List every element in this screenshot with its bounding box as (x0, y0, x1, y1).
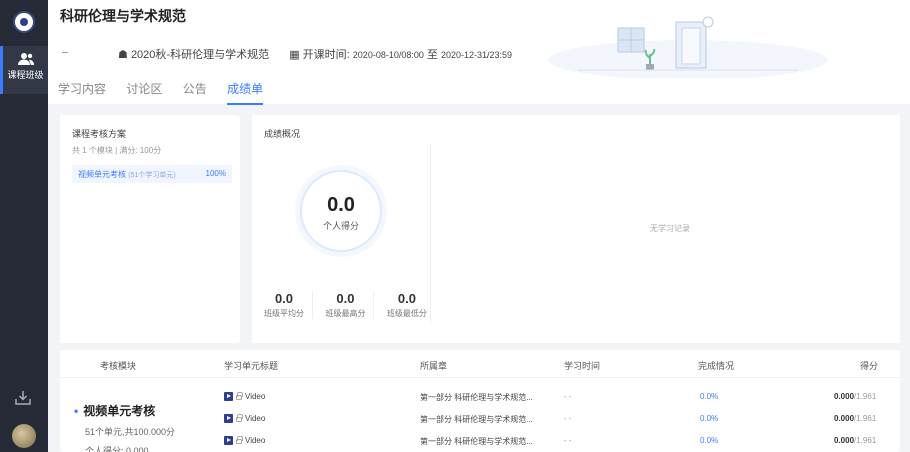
chapter: 第一部分 科研伦理与学术规范... (420, 437, 533, 446)
personal-score-label: 个人得分 (322, 221, 359, 231)
score-total: /1.961 (854, 436, 877, 445)
plan-item-pct: 100% (205, 169, 226, 178)
video-icon (224, 436, 233, 446)
tab-content[interactable]: 学习内容 (58, 80, 106, 103)
lock-icon (236, 414, 243, 423)
study-time: - - (564, 392, 572, 401)
score-total: /1.961 (854, 414, 877, 423)
grades-table: 考核模块 学习单元标题 所属章 学习时间 完成情况 得分 视频单元考核 51个单… (60, 350, 900, 452)
col-chapter: 所属章 (420, 361, 448, 371)
divider (62, 52, 68, 53)
header-illustration (548, 16, 828, 78)
download-icon[interactable] (14, 390, 32, 411)
score-cell: 0.000/1.961 (834, 436, 876, 445)
stat-value: 0.0 (336, 291, 355, 306)
stat-value: 0.0 (274, 291, 294, 306)
completion: 0.0% (700, 392, 719, 401)
unit-title: Video (245, 414, 266, 423)
unit-title: Video (245, 436, 266, 445)
plan-item-sub: (51个学习单元) (128, 172, 176, 179)
sidebar-item-class[interactable]: 课程班级 (0, 46, 48, 94)
unit-title-cell: Video (224, 414, 266, 424)
unit-title: Video (245, 392, 266, 401)
video-icon (224, 414, 233, 424)
score-cell: 0.000/1.961 (834, 414, 876, 423)
chapter: 第一部分 科研伦理与学术规范... (420, 415, 533, 424)
study-time: - - (564, 436, 572, 445)
stat-label: 班级最高分 (325, 309, 366, 318)
col-completion: 完成情况 (698, 361, 735, 371)
plan-subtitle: 共 1 个模块 | 满分: 100分 (72, 146, 162, 155)
col-score: 得分 (860, 361, 879, 371)
col-unit-title: 学习单元标题 (224, 361, 279, 371)
video-icon (224, 392, 233, 402)
plan-item-label: 视频单元考核 (78, 170, 126, 179)
stat-label: 班级平均分 (264, 309, 304, 318)
tab-grades[interactable]: 成绩单 (227, 80, 264, 105)
logo[interactable] (13, 11, 35, 33)
completion: 0.0% (700, 414, 719, 423)
stat-value: 0.0 (397, 291, 416, 306)
users-icon (17, 53, 34, 65)
divider (430, 145, 431, 323)
stat-label: 班级最低分 (386, 309, 427, 318)
main-area: 科研伦理与学术规范 ☗ 2020秋-科研伦理与学术规范 ▦ 开课时间: 2020… (48, 0, 910, 452)
tab-announcement[interactable]: 公告 (183, 80, 207, 103)
table-row[interactable]: Video 第一部分 科研伦理与学术规范... - - 0.0% 0.000/1… (60, 410, 900, 432)
score-cell: 0.000/1.961 (834, 392, 876, 401)
score: 0.000 (834, 414, 855, 423)
table-row[interactable]: Video 第一部分 科研伦理与学术规范... - - 0.0% 0.000/1… (60, 432, 900, 452)
tab-bar: 学习内容 讨论区 公告 成绩单 (58, 80, 280, 105)
plan-title: 课程考核方案 (72, 129, 127, 139)
to-label: 至 (426, 49, 438, 61)
overview-title: 成绩概况 (264, 129, 301, 139)
sidebar: 课程班级 (0, 0, 48, 452)
plan-item-video[interactable]: 视频单元考核 (51个学习单元) 100% (72, 165, 232, 183)
end-time: 2020-12-31/23:59 (440, 50, 513, 60)
class-name: 2020秋-科研伦理与学术规范 (130, 49, 270, 61)
col-module: 考核模块 (100, 361, 137, 371)
class-stats: 0.0 班级平均分 0.0 班级最高分 0.0 班级最低分 (256, 291, 435, 321)
empty-state: 无学习记录 (650, 224, 690, 233)
stat-lowest: 0.0 班级最低分 (379, 291, 435, 319)
score-overview-card: 成绩概况 0.0 个人得分 0.0 班级平均分 0.0 班级最高分 0.0 班级… (252, 115, 900, 343)
lock-icon (236, 436, 243, 445)
table-header: 考核模块 学习单元标题 所属章 学习时间 完成情况 得分 (60, 350, 900, 378)
study-time: - - (564, 414, 572, 423)
table-row[interactable]: Video 第一部分 科研伦理与学术规范... - - 0.0% 0.000/1… (60, 388, 900, 410)
sidebar-item-label: 课程班级 (7, 70, 44, 80)
tab-discussion[interactable]: 讨论区 (126, 80, 162, 103)
avatar[interactable] (12, 424, 36, 448)
chapter: 第一部分 科研伦理与学术规范... (420, 393, 533, 402)
assessment-plan-card: 课程考核方案 共 1 个模块 | 满分: 100分 视频单元考核 (51个学习单… (60, 115, 240, 343)
lock-icon (236, 392, 243, 401)
completion: 0.0% (700, 436, 719, 445)
course-meta: ☗ 2020秋-科研伦理与学术规范 ▦ 开课时间: 2020-08-10/08:… (118, 46, 512, 62)
course-header: 科研伦理与学术规范 ☗ 2020秋-科研伦理与学术规范 ▦ 开课时间: 2020… (48, 0, 910, 105)
time-label: 开课时间: (302, 49, 350, 61)
start-time: 2020-08-10/08:00 (352, 50, 424, 60)
page-title: 科研伦理与学术规范 (60, 8, 186, 24)
stat-highest: 0.0 班级最高分 (317, 291, 375, 319)
unit-title-cell: Video (224, 392, 266, 402)
col-time: 学习时间 (564, 361, 601, 371)
score: 0.000 (834, 436, 855, 445)
unit-title-cell: Video (224, 436, 266, 446)
stat-average: 0.0 班级平均分 (256, 291, 313, 319)
calendar-icon: ▦ (289, 49, 300, 61)
personal-score-circle: 0.0 个人得分 (300, 170, 382, 252)
score: 0.000 (834, 392, 855, 401)
personal-score: 0.0 (327, 194, 355, 216)
home-icon: ☗ (118, 49, 128, 61)
score-total: /1.961 (854, 392, 877, 401)
